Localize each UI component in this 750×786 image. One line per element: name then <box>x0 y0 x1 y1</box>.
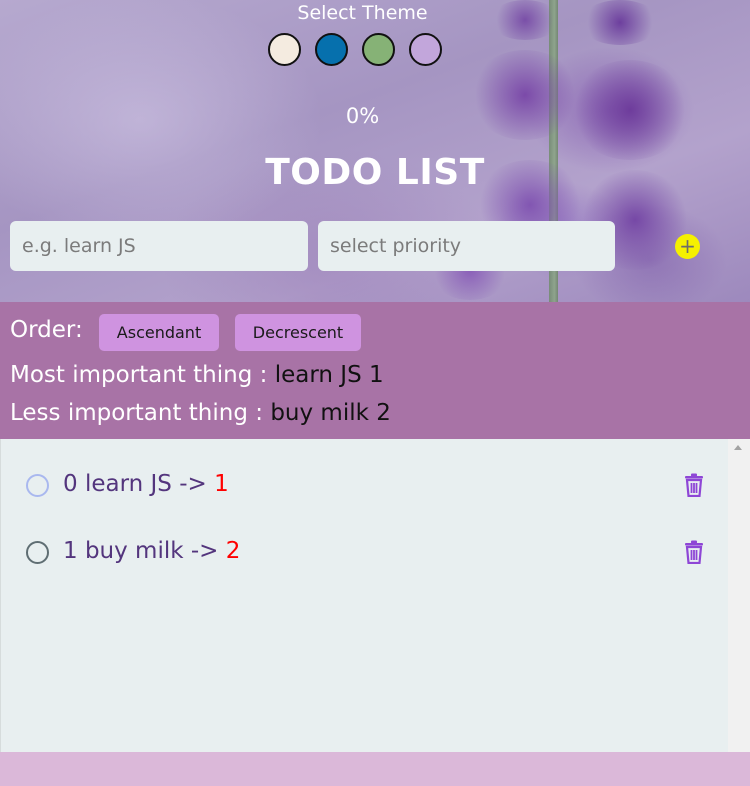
task-input[interactable] <box>10 221 308 271</box>
less-important-value: buy milk 2 <box>270 400 391 426</box>
order-panel: Order: Ascendant Decrescent Most importa… <box>0 302 750 439</box>
todo-item-priority: 2 <box>225 538 241 564</box>
most-important-label: Most important thing : <box>10 362 268 388</box>
todo-item-text: 0 learn JS -> 1 <box>63 471 229 497</box>
less-important-label: Less important thing : <box>10 400 263 426</box>
header-banner: Select Theme 0% TODO LIST + <box>0 0 750 302</box>
complete-checkbox[interactable] <box>26 474 49 497</box>
progress-percentage: 0% <box>345 104 380 128</box>
theme-title: Select Theme <box>297 2 428 24</box>
sort-descending-button[interactable]: Decrescent <box>235 314 361 351</box>
theme-swatch-blue[interactable] <box>315 33 348 66</box>
plus-icon[interactable]: + <box>675 234 700 259</box>
todo-list: 0 learn JS -> 1 1 buy milk -> 2 <box>0 439 728 752</box>
theme-swatch-cream[interactable] <box>268 33 301 66</box>
theme-swatch-green[interactable] <box>362 33 395 66</box>
most-important-value: learn JS 1 <box>274 362 384 388</box>
trash-icon[interactable] <box>683 540 705 564</box>
most-important-summary: Most important thing : learn JS 1 <box>10 362 384 388</box>
page-title: TODO LIST <box>265 152 485 193</box>
todo-item-label: 1 buy milk -> <box>63 538 219 564</box>
list-scrollbar[interactable] <box>728 439 750 752</box>
todo-item-label: 0 learn JS -> <box>63 471 207 497</box>
sort-ascending-button[interactable]: Ascendant <box>99 314 219 351</box>
priority-input[interactable] <box>318 221 615 271</box>
scroll-up-arrow-icon[interactable] <box>734 445 742 450</box>
todo-item-priority: 1 <box>214 471 229 497</box>
less-important-summary: Less important thing : buy milk 2 <box>10 400 391 426</box>
todo-item: 0 learn JS -> 1 <box>26 468 716 504</box>
todo-item-text: 1 buy milk -> 2 <box>63 538 240 564</box>
trash-icon[interactable] <box>683 473 705 497</box>
theme-swatches <box>268 33 442 66</box>
todo-item: 1 buy milk -> 2 <box>26 535 716 571</box>
complete-checkbox[interactable] <box>26 541 49 564</box>
order-label: Order: <box>10 317 83 343</box>
theme-swatch-lavender[interactable] <box>409 33 442 66</box>
